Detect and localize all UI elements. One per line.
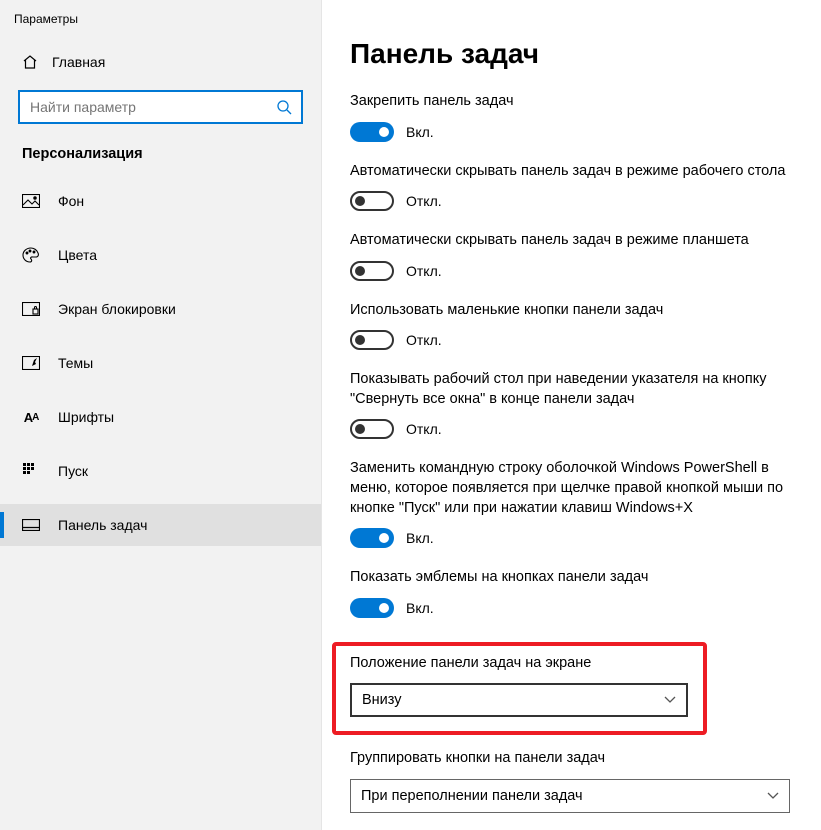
- toggle-autohide-desktop[interactable]: [350, 191, 394, 211]
- app-title: Параметры: [0, 0, 321, 44]
- section-label: Персонализация: [0, 146, 321, 180]
- chevron-down-icon: [767, 792, 779, 800]
- toggle-state: Откл.: [406, 193, 442, 209]
- nav-fonts[interactable]: AA Шрифты: [0, 396, 321, 438]
- setting-label: Закрепить панель задач: [350, 92, 790, 112]
- setting-powershell: Заменить командную строку оболочкой Wind…: [350, 459, 790, 548]
- toggle-state: Откл.: [406, 421, 442, 437]
- dropdown-combine-buttons[interactable]: При переполнении панели задач: [350, 779, 790, 813]
- nav-label: Пуск: [58, 463, 88, 479]
- themes-icon: [22, 354, 40, 372]
- nav-themes[interactable]: Темы: [0, 342, 321, 384]
- start-icon: [22, 462, 40, 480]
- setting-label: Автоматически скрывать панель задач в ре…: [350, 231, 790, 251]
- dropdown-value: При переполнении панели задач: [361, 788, 583, 804]
- setting-label: Автоматически скрывать панель задач в ре…: [350, 162, 790, 182]
- setting-lock-taskbar: Закрепить панель задач Вкл.: [350, 92, 790, 142]
- toggle-badges[interactable]: [350, 598, 394, 618]
- nav-label: Фон: [58, 193, 84, 209]
- setting-badges: Показать эмблемы на кнопках панели задач…: [350, 568, 790, 618]
- setting-label: Использовать маленькие кнопки панели зад…: [350, 301, 790, 321]
- search-icon[interactable]: [273, 99, 295, 115]
- toggle-lock-taskbar[interactable]: [350, 122, 394, 142]
- page-title: Панель задач: [350, 38, 793, 70]
- nav-background[interactable]: Фон: [0, 180, 321, 222]
- setting-combine-buttons: Группировать кнопки на панели задач При …: [350, 749, 790, 813]
- nav-label: Панель задач: [58, 517, 147, 533]
- palette-icon: [22, 246, 40, 264]
- nav-start[interactable]: Пуск: [0, 450, 321, 492]
- toggle-autohide-tablet[interactable]: [350, 261, 394, 281]
- home-label: Главная: [52, 54, 105, 70]
- setting-label: Группировать кнопки на панели задач: [350, 749, 790, 769]
- nav-colors[interactable]: Цвета: [0, 234, 321, 276]
- toggle-state: Вкл.: [406, 124, 434, 140]
- search-box[interactable]: [18, 90, 303, 124]
- dropdown-taskbar-position[interactable]: Внизу: [350, 683, 688, 717]
- toggle-state: Откл.: [406, 332, 442, 348]
- home-icon: [22, 54, 38, 70]
- toggle-powershell[interactable]: [350, 528, 394, 548]
- dropdown-value: Внизу: [362, 692, 402, 708]
- fonts-icon: AA: [22, 408, 40, 426]
- setting-peek-desktop: Показывать рабочий стол при наведении ук…: [350, 370, 790, 439]
- nav-label: Экран блокировки: [58, 301, 176, 317]
- home-nav[interactable]: Главная: [0, 44, 321, 82]
- toggle-peek-desktop[interactable]: [350, 419, 394, 439]
- nav-label: Темы: [58, 355, 93, 371]
- sidebar: Параметры Главная Персонализация Фон: [0, 0, 322, 830]
- image-icon: [22, 192, 40, 210]
- setting-label: Заменить командную строку оболочкой Wind…: [350, 459, 790, 518]
- nav-label: Цвета: [58, 247, 97, 263]
- nav-label: Шрифты: [58, 409, 114, 425]
- toggle-state: Вкл.: [406, 600, 434, 616]
- setting-label: Показать эмблемы на кнопках панели задач: [350, 568, 790, 588]
- search-input[interactable]: [30, 99, 273, 115]
- setting-autohide-tablet: Автоматически скрывать панель задач в ре…: [350, 231, 790, 281]
- setting-label: Показывать рабочий стол при наведении ук…: [350, 370, 790, 409]
- setting-small-buttons: Использовать маленькие кнопки панели зад…: [350, 301, 790, 351]
- toggle-state: Вкл.: [406, 530, 434, 546]
- toggle-state: Откл.: [406, 263, 442, 279]
- toggle-small-buttons[interactable]: [350, 330, 394, 350]
- highlight-taskbar-position: Положение панели задач на экране Внизу: [332, 642, 707, 736]
- setting-label: Положение панели задач на экране: [350, 654, 689, 674]
- setting-autohide-desktop: Автоматически скрывать панель задач в ре…: [350, 162, 790, 212]
- chevron-down-icon: [664, 696, 676, 704]
- lock-screen-icon: [22, 300, 40, 318]
- nav-taskbar[interactable]: Панель задач: [0, 504, 321, 546]
- content-area: Панель задач Закрепить панель задач Вкл.…: [322, 0, 821, 830]
- search-container: [18, 90, 303, 124]
- taskbar-icon: [22, 516, 40, 534]
- nav-lock-screen[interactable]: Экран блокировки: [0, 288, 321, 330]
